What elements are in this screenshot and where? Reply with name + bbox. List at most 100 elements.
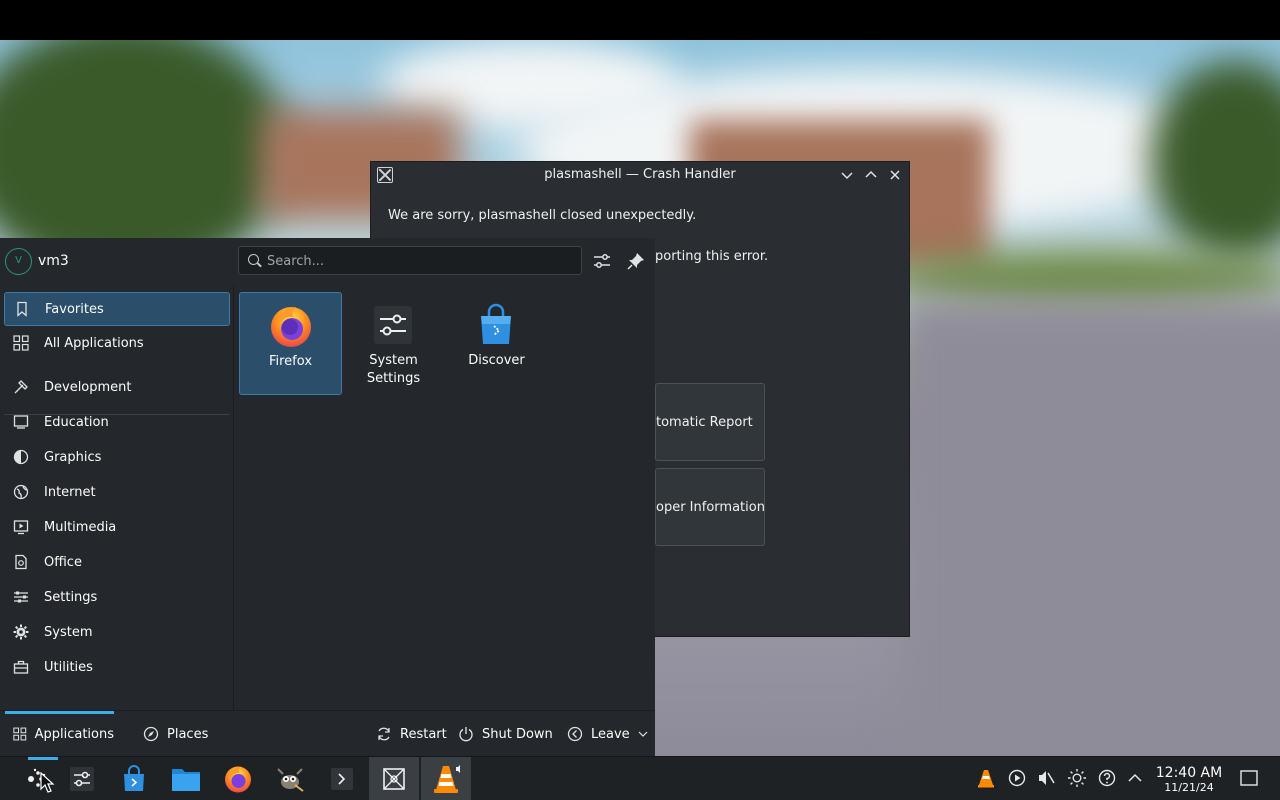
category-label: Internet (44, 485, 96, 500)
favorite-firefox[interactable]: Firefox (239, 292, 342, 395)
system-settings-icon (374, 306, 412, 344)
taskbar-system-settings[interactable] (57, 757, 107, 800)
favorite-system-settings[interactable]: System Settings (342, 292, 445, 395)
close-icon (890, 170, 900, 180)
tab-label: Applications (34, 726, 114, 742)
show-desktop-icon[interactable] (1238, 767, 1260, 789)
category-sidebar: Favorites All Applications Development E… (0, 286, 234, 710)
category-system[interactable]: System (4, 616, 230, 650)
clock-date[interactable]: 11/21/24 (1150, 781, 1228, 794)
restart-label: Restart (400, 726, 447, 742)
shut-down-label: Shut Down (482, 726, 553, 742)
taskbar-crash-handler[interactable] (369, 757, 419, 800)
category-label: All Applications (44, 336, 144, 351)
gimp-icon (277, 768, 304, 792)
leave-button[interactable]: Leave (567, 711, 648, 757)
gear-icon (13, 624, 29, 640)
window-titlebar[interactable]: plasmashell — Crash Handler (371, 162, 909, 188)
taskbar-dolphin[interactable] (161, 757, 211, 800)
taskbar-firefox[interactable] (213, 757, 263, 800)
chevron-up-icon (865, 170, 877, 178)
bookmark-icon (17, 301, 27, 317)
category-favorites[interactable]: Favorites (4, 292, 230, 326)
taskbar-vlc[interactable] (421, 757, 471, 800)
firefox-icon (225, 766, 251, 793)
shut-down-button[interactable]: Shut Down (458, 711, 553, 757)
sliders-icon (14, 591, 28, 603)
globe-icon (13, 484, 29, 500)
category-label: Office (44, 555, 82, 570)
tab-places[interactable]: Places (143, 711, 208, 757)
favorite-label: Discover (468, 353, 525, 368)
restart-button[interactable]: Restart (376, 711, 447, 757)
category-all-applications[interactable]: All Applications (4, 327, 230, 361)
favorite-label: System Settings (366, 353, 421, 386)
terminal-icon (331, 768, 353, 790)
chevron-down-icon (841, 172, 853, 180)
favorite-label: Firefox (268, 354, 313, 369)
hammer-icon (14, 380, 28, 394)
automatic-report-label: tomatic Report (656, 414, 753, 430)
compass-icon (143, 726, 159, 742)
category-education[interactable]: Education (4, 406, 230, 440)
search-field[interactable] (238, 246, 582, 275)
username: vm3 (38, 253, 69, 269)
avatar[interactable]: V (5, 248, 32, 275)
category-label: Graphics (44, 450, 102, 465)
volume-muted-icon[interactable] (1035, 767, 1057, 789)
developer-information-label: oper Information (656, 499, 765, 515)
toolbox-icon (13, 660, 29, 674)
category-internet[interactable]: Internet (4, 476, 230, 510)
firefox-icon (271, 307, 311, 347)
search-icon (248, 254, 259, 265)
sliders-icon (70, 767, 94, 791)
chevron-up-icon[interactable] (1124, 767, 1146, 789)
taskbar: 12:40 AM 11/21/24 (0, 756, 1280, 800)
brightness-icon[interactable] (1066, 767, 1088, 789)
discover-icon (124, 765, 144, 791)
minimize-button[interactable] (837, 165, 857, 185)
crash-message-partial: porting this error. (655, 249, 769, 264)
application-launcher: V vm3 Fa (0, 238, 655, 756)
restart-icon (378, 727, 390, 741)
launcher-header: V vm3 (0, 238, 655, 286)
category-label: Education (44, 415, 109, 430)
category-settings[interactable]: Settings (4, 581, 230, 615)
palette-icon (13, 449, 29, 465)
taskbar-konsole[interactable] (317, 757, 367, 800)
category-development[interactable]: Development (4, 371, 230, 405)
automatic-report-button[interactable]: tomatic Report (655, 383, 765, 461)
category-graphics[interactable]: Graphics (4, 441, 230, 475)
clock-time[interactable]: 12:40 AM (1150, 765, 1228, 781)
category-utilities[interactable]: Utilities (4, 651, 230, 685)
category-multimedia[interactable]: Multimedia (4, 511, 230, 545)
pin-button[interactable] (623, 248, 649, 274)
configure-button[interactable] (589, 248, 615, 274)
discover-icon (481, 303, 511, 344)
close-button[interactable] (885, 165, 905, 185)
taskbar-discover[interactable] (109, 757, 159, 800)
leave-icon (567, 726, 583, 742)
wallpaper-tree (1150, 60, 1280, 260)
category-label: System (44, 625, 93, 640)
wallpaper-road (900, 300, 1280, 760)
category-label: Development (44, 380, 132, 395)
taskbar-gimp[interactable] (265, 757, 315, 800)
favorites-grid: Firefox System Settings Discover (235, 286, 655, 710)
document-icon (15, 554, 27, 570)
category-office[interactable]: Office (4, 546, 230, 580)
grid-icon (13, 335, 29, 351)
pin-icon (627, 253, 644, 270)
developer-information-button[interactable]: oper Information (655, 468, 765, 546)
grid-icon (13, 727, 27, 741)
maximize-button[interactable] (861, 165, 881, 185)
media-play-icon[interactable] (1006, 767, 1028, 789)
vlc-tray-icon[interactable] (975, 767, 997, 789)
multimedia-icon (13, 520, 29, 535)
tab-applications[interactable]: Applications (5, 711, 114, 757)
help-icon[interactable] (1096, 767, 1118, 789)
search-input[interactable] (267, 251, 567, 271)
favorite-discover[interactable]: Discover (445, 292, 548, 395)
mouse-cursor-icon (40, 772, 55, 793)
tab-label: Places (167, 726, 209, 742)
